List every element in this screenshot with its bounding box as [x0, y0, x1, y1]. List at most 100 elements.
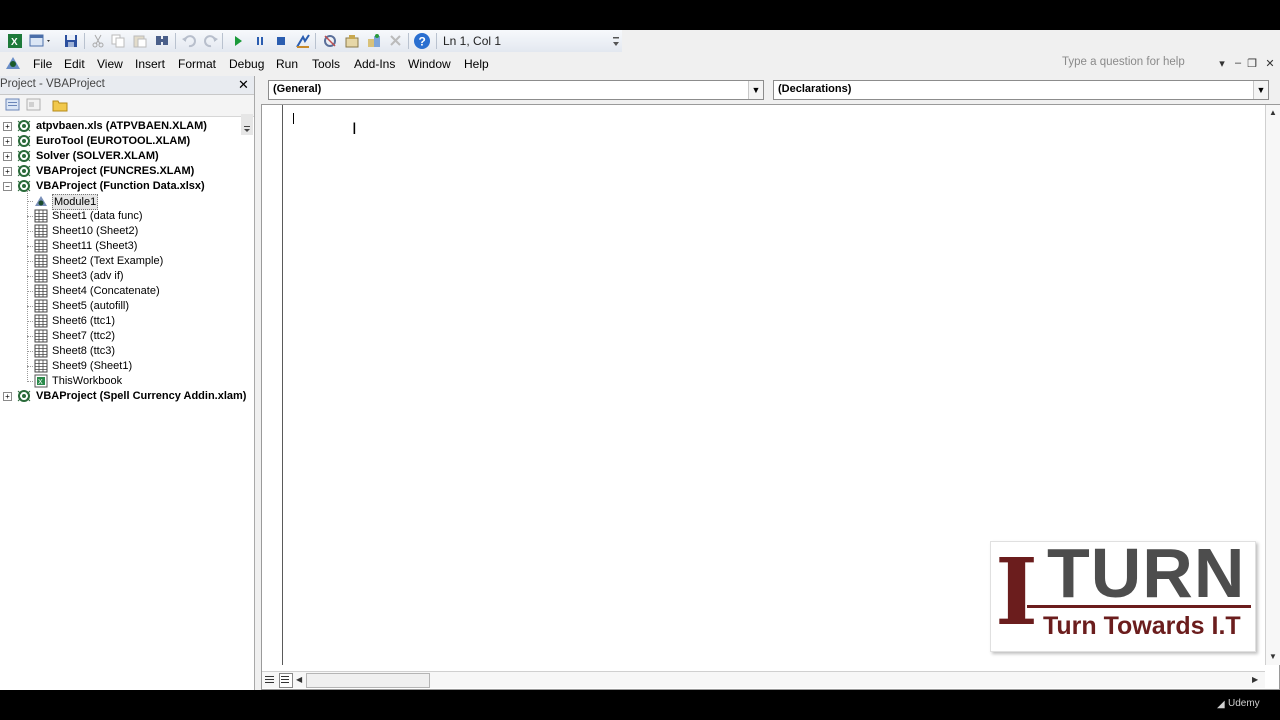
minimize-icon[interactable]: – — [1232, 57, 1244, 69]
tree-item[interactable]: Sheet11 (Sheet3) — [0, 239, 250, 254]
tree-item-label: Sheet2 (Text Example) — [52, 255, 164, 267]
menu-insert[interactable]: Insert — [135, 57, 165, 71]
menu-run[interactable]: Run — [276, 57, 298, 71]
help-dropdown-icon[interactable]: ▾ — [1216, 57, 1228, 70]
tree-project-item[interactable]: − VBAProject (Function Data.xlsx) — [0, 179, 250, 194]
menu-format[interactable]: Format — [178, 57, 216, 71]
vertical-scrollbar[interactable]: ▲ ▼ — [1265, 105, 1280, 665]
cut-icon[interactable] — [89, 32, 107, 50]
horizontal-scroll-thumb[interactable] — [306, 673, 430, 688]
tree-item[interactable]: Sheet9 (Sheet1) — [0, 359, 250, 374]
tree-item[interactable]: Sheet1 (data func) — [0, 209, 250, 224]
properties-icon[interactable] — [343, 32, 361, 50]
expand-icon[interactable]: + — [3, 167, 12, 176]
tree-item[interactable]: Sheet10 (Sheet2) — [0, 224, 250, 239]
tree-project-item[interactable]: + VBAProject (Spell Currency Addin.xlam) — [0, 389, 250, 404]
restore-icon[interactable]: ❐ — [1246, 57, 1258, 70]
tree-item[interactable]: Sheet2 (Text Example) — [0, 254, 250, 269]
paste-icon[interactable] — [131, 32, 149, 50]
redo-icon[interactable] — [202, 32, 220, 50]
reset-icon[interactable] — [272, 32, 290, 50]
help-search-input[interactable]: Type a question for help — [1062, 56, 1222, 72]
expand-icon[interactable]: + — [3, 152, 12, 161]
object-browser-icon[interactable] — [365, 32, 383, 50]
tree-project-item[interactable]: + Solver (SOLVER.XLAM) — [0, 149, 250, 164]
toolbar-options-icon[interactable] — [612, 36, 620, 48]
find-icon[interactable] — [153, 32, 171, 50]
tree-item[interactable]: Sheet4 (Concatenate) — [0, 284, 250, 299]
tree-item-label: Sheet5 (autofill) — [52, 300, 130, 312]
tree-item[interactable]: Sheet7 (ttc2) — [0, 329, 250, 344]
chevron-down-icon[interactable]: ▼ — [1253, 81, 1268, 99]
menu-help[interactable]: Help — [464, 57, 489, 71]
workbook-icon: X — [34, 374, 48, 388]
toolbar-separator — [408, 33, 409, 49]
menu-debug[interactable]: Debug — [229, 57, 264, 71]
object-combo[interactable]: (General) ▼ — [268, 80, 764, 100]
worksheet-icon — [34, 359, 48, 373]
worksheet-icon — [34, 269, 48, 283]
save-icon[interactable] — [62, 32, 80, 50]
close-icon[interactable]: ✕ — [1264, 57, 1276, 70]
menu-edit[interactable]: Edit — [64, 57, 85, 71]
menu-window[interactable]: Window — [408, 57, 451, 71]
full-module-view-icon[interactable] — [279, 673, 293, 688]
close-icon[interactable]: ✕ — [236, 77, 251, 92]
svg-text:X: X — [38, 379, 43, 386]
scroll-right-icon[interactable]: ▶ — [1252, 675, 1258, 684]
collapse-icon[interactable]: − — [3, 182, 12, 191]
menu-view[interactable]: View — [97, 57, 123, 71]
tree-item-label: Sheet11 (Sheet3) — [52, 240, 138, 252]
scroll-down-icon[interactable]: ▼ — [1269, 652, 1277, 661]
procedure-view-icon[interactable] — [264, 673, 276, 686]
undo-icon[interactable] — [180, 32, 198, 50]
vba-project-icon — [17, 134, 31, 148]
horizontal-scrollbar[interactable]: ◀ ▶ — [262, 671, 1265, 688]
design-mode-icon[interactable] — [294, 32, 312, 50]
tree-item[interactable]: Sheet6 (ttc1) — [0, 314, 250, 329]
view-code-icon[interactable] — [5, 98, 21, 112]
toolbox-icon[interactable] — [387, 32, 405, 50]
expand-icon[interactable]: + — [3, 122, 12, 131]
worksheet-icon — [34, 329, 48, 343]
logo-letter-i: I — [995, 538, 1039, 646]
scroll-left-icon[interactable]: ◀ — [296, 675, 302, 684]
toggle-folders-icon[interactable] — [52, 98, 68, 112]
tree-project-item[interactable]: + VBAProject (FUNCRES.XLAM) — [0, 164, 250, 179]
menu-add-ins[interactable]: Add-Ins — [354, 57, 395, 71]
tree-item-label: Solver (SOLVER.XLAM) — [36, 150, 159, 162]
cursor-position-readout: Ln 1, Col 1 — [443, 34, 502, 48]
expand-icon[interactable]: + — [3, 137, 12, 146]
tree-project-item[interactable]: + EuroTool (EUROTOOL.XLAM) — [0, 134, 250, 149]
copy-icon[interactable] — [109, 32, 127, 50]
scroll-up-icon[interactable]: ▲ — [1269, 108, 1277, 117]
tree-item[interactable]: Module1 — [0, 194, 250, 210]
tree-item-label: Sheet6 (ttc1) — [52, 315, 115, 327]
expand-icon[interactable]: + — [3, 392, 12, 401]
worksheet-icon — [34, 344, 48, 358]
menu-tools[interactable]: Tools — [312, 57, 340, 71]
tree-item[interactable]: X ThisWorkbook — [0, 374, 250, 389]
tree-item[interactable]: Sheet8 (ttc3) — [0, 344, 250, 359]
break-icon[interactable] — [251, 32, 269, 50]
insert-userform-icon[interactable] — [28, 32, 52, 50]
run-icon[interactable] — [229, 32, 247, 50]
tree-project-item[interactable]: + atpvbaen.xls (ATPVBAEN.XLAM) — [0, 119, 250, 134]
tree-item-label: Sheet4 (Concatenate) — [52, 285, 160, 297]
vba-project-icon[interactable] — [4, 55, 22, 71]
help-icon[interactable]: ? — [413, 32, 431, 50]
procedure-combo[interactable]: (Declarations) ▼ — [773, 80, 1269, 100]
tree-item[interactable]: Sheet5 (autofill) — [0, 299, 250, 314]
code-margin-indicator-bar[interactable] — [262, 105, 283, 665]
toolbar-separator — [175, 33, 176, 49]
tree-item-label: Sheet8 (ttc3) — [52, 345, 115, 357]
vba-project-icon — [17, 164, 31, 178]
menu-file[interactable]: File — [33, 57, 52, 71]
excel-view-icon[interactable]: X — [6, 32, 24, 50]
chevron-down-icon[interactable]: ▼ — [748, 81, 763, 99]
tree-item-label: Sheet1 (data func) — [52, 210, 143, 222]
view-object-icon[interactable] — [26, 98, 42, 112]
tree-item[interactable]: Sheet3 (adv if) — [0, 269, 250, 284]
vba-project-icon — [17, 179, 31, 193]
project-explorer-icon[interactable] — [321, 32, 339, 50]
